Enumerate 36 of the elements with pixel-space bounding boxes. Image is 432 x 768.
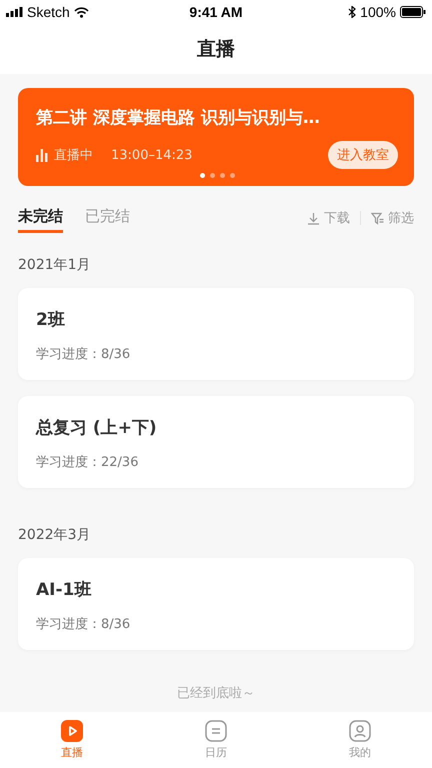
course-title: AI-1班 xyxy=(36,579,92,601)
course-title: 2班 xyxy=(36,309,66,331)
page-dot[interactable] xyxy=(230,173,234,178)
page-dot[interactable] xyxy=(210,173,214,178)
battery-percent: 100% xyxy=(360,4,396,20)
page-title: 直播 xyxy=(197,37,235,62)
nav-tab[interactable]: 直播 xyxy=(0,712,144,768)
page-dot[interactable] xyxy=(220,173,224,178)
end-of-list-note: 已经到底啦～ xyxy=(176,685,256,702)
live-time: 13:00–14:23 xyxy=(111,148,192,162)
lecture-title: 第二讲 深度掌握电路 识别与识别与… xyxy=(36,107,321,129)
download-icon xyxy=(307,212,320,224)
filter-button[interactable]: 筛选 xyxy=(371,209,414,231)
clock-time: 9:41 AM xyxy=(189,4,243,20)
nav-tab[interactable]: 我的 xyxy=(288,712,432,768)
battery-icon xyxy=(400,6,426,18)
person-icon xyxy=(349,720,371,742)
wifi-icon xyxy=(74,6,89,18)
filter-icon xyxy=(371,212,384,224)
live-banner[interactable]: 第二讲 深度掌握电路 识别与识别与… 直播中 13:00–14:23 进入教室 xyxy=(18,88,414,186)
carrier-name: Sketch xyxy=(27,4,70,20)
enter-classroom-button[interactable]: 进入教室 xyxy=(328,141,398,169)
filter-tab[interactable]: 已完结 xyxy=(85,207,130,233)
month-label: 2021年1月 xyxy=(17,256,92,274)
live-status: 直播中 xyxy=(54,147,93,164)
filter-tab[interactable]: 未完结 xyxy=(18,207,63,233)
month-label: 2022年3月 xyxy=(17,526,92,544)
page-dot[interactable] xyxy=(200,173,204,178)
course-title: 总复习 (上+下) xyxy=(36,417,158,439)
bars-icon xyxy=(36,148,48,162)
bluetooth-icon xyxy=(348,6,356,18)
nav-tab[interactable]: 日历 xyxy=(144,712,288,768)
play-icon xyxy=(61,720,83,742)
download-button[interactable]: 下载 xyxy=(307,209,350,231)
signal-icon xyxy=(6,7,23,17)
note-icon xyxy=(205,720,227,742)
